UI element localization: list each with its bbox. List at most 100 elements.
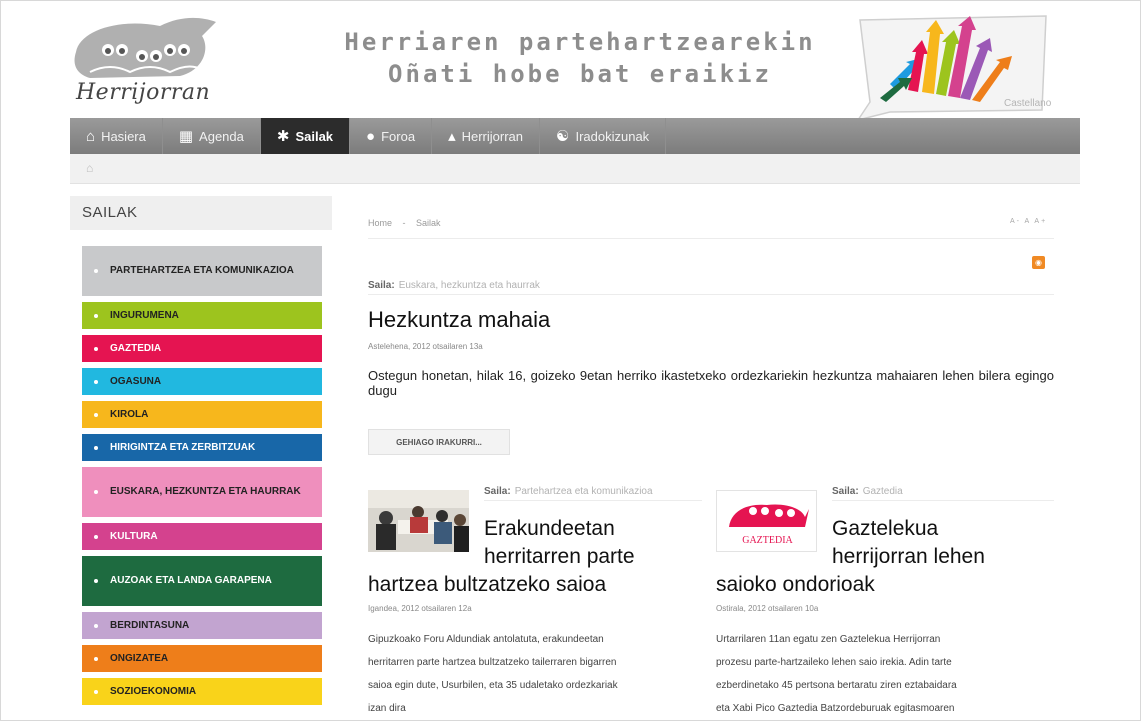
article-saila: Saila: Gaztedia	[832, 486, 903, 497]
speech-bubble-icon: ●	[366, 127, 376, 145]
font-size-tools[interactable]: A- A A+	[1010, 218, 1047, 225]
article-body-line: Gipuzkoako Foru Aldundiak antolatuta, er…	[368, 634, 604, 645]
bullet-icon	[94, 534, 98, 539]
bullet-icon	[94, 269, 98, 273]
featured-saila: Saila: Euskara, hezkuntza eta haurrak	[368, 280, 540, 291]
language-link-castellano[interactable]: Castellano	[1004, 98, 1051, 109]
sidebar-item-berdintasuna[interactable]: BERDINTASUNA	[82, 612, 322, 639]
bullet-icon	[94, 623, 98, 628]
article-title-2-line-3[interactable]: saioko ondorioak	[716, 570, 875, 599]
main-nav: ⌂ Hasiera ▦ Agenda ✱ Sailak ● Foroa ▴ He…	[70, 118, 1080, 154]
divider	[368, 238, 1054, 239]
article-body-line: eta Xabi Pico Gaztedia Batzordeburuak eg…	[716, 703, 955, 714]
sidebar-item-label: BERDINTASUNA	[110, 619, 190, 631]
article-date-2: Ostirala, 2012 otsailaren 10a	[716, 604, 819, 613]
sub-navbar	[70, 154, 1080, 184]
breadcrumb-separator: -	[402, 218, 406, 228]
bullet-icon	[94, 656, 98, 661]
bullet-icon	[94, 689, 98, 694]
sidebar-item-label: GAZTEDIA	[110, 342, 162, 354]
article-title-1-line-3[interactable]: hartzea bultzatzeko saioa	[368, 570, 606, 599]
herrijorran-logo[interactable]	[70, 12, 220, 122]
bullet-icon	[94, 579, 98, 583]
sidebar-item-label: INGURUMENA	[110, 309, 179, 321]
article-title-2-line-2[interactable]: herrijorran lehen	[832, 542, 985, 571]
house-icon: ⌂	[86, 127, 96, 145]
sidebar-item-label: AUZOAK ETA LANDA GARAPENA	[110, 575, 272, 586]
article-body-line: izan dira	[368, 703, 406, 714]
sidebar-item-hirigintza[interactable]: HIRIGINTZA ETA ZERBITZUAK	[82, 434, 322, 461]
featured-article-lead: Ostegun honetan, hilak 16, goizeko 9etan…	[368, 368, 1054, 398]
sidebar-list: PARTEHARTZEA ETA KOMUNIKAZIOA INGURUMENA…	[82, 246, 322, 711]
featured-article-title[interactable]: Hezkuntza mahaia	[368, 307, 550, 333]
slogan-line-2: Oñati hobe bat eraikiz	[388, 60, 772, 88]
saila-value-link[interactable]: Euskara, hezkuntza eta haurrak	[399, 280, 540, 291]
slogan-line-1: Herriaren partehartzearekin	[344, 28, 816, 56]
article-body-line: ezberdinetako 45 pertsona bertaratu zire…	[716, 680, 957, 691]
divider	[832, 500, 1054, 501]
article-saila: Saila: Partehartzea eta komunikazioa	[484, 486, 653, 497]
nav-label: Sailak	[295, 128, 334, 144]
article-title-1-line-2[interactable]: herritarren parte	[484, 542, 635, 571]
sidebar-item-label: KIROLA	[110, 408, 149, 420]
sidebar-item-kirola[interactable]: KIROLA	[82, 401, 322, 428]
article-title-2-line-1[interactable]: Gaztelekua	[832, 514, 938, 543]
logo-text: Herrijorran	[76, 80, 211, 105]
saila-value-link[interactable]: Partehartzea eta komunikazioa	[515, 486, 653, 497]
nav-label: Foroa	[381, 128, 416, 144]
sidebar-item-sozioekonomia[interactable]: SOZIOEKONOMIA	[82, 678, 322, 705]
featured-article-date: Astelehena, 2012 otsailaren 13a	[368, 342, 483, 351]
sidebar-item-gaztedia[interactable]: GAZTEDIA	[82, 335, 322, 362]
gaztedia-logo-text: GAZTEDIA	[742, 535, 793, 546]
article-body-line: herritarren parte hartzea bultzatzeko ta…	[368, 657, 617, 668]
nav-item-herrijorran[interactable]: ▴ Herrijorran	[432, 118, 541, 154]
nav-item-iradokizunak[interactable]: ☯ Iradokizunak	[540, 118, 667, 154]
article-body-1: Gipuzkoako Foru Aldundiak antolatuta, er…	[368, 628, 618, 720]
saila-value-link[interactable]: Gaztedia	[863, 486, 903, 497]
sidebar-item-ongizatea[interactable]: ONGIZATEA	[82, 645, 322, 672]
rss-icon[interactable]: ◉	[1032, 256, 1045, 269]
article-thumbnail-gaztedia-logo[interactable]: GAZTEDIA	[716, 490, 817, 552]
breadcrumb: Home - Sailak	[368, 218, 449, 228]
gaztedia-frog-icon	[729, 504, 809, 527]
sidebar-item-ogasuna[interactable]: OGASUNA	[82, 368, 322, 395]
sidebar-item-kultura[interactable]: KULTURA	[82, 523, 322, 550]
sidebar-item-label: PARTEHARTZEA ETA KOMUNIKAZIOA	[110, 265, 294, 276]
sidebar-item-euskara[interactable]: EUSKARA, HEZKUNTZA ETA HAURRAK	[82, 467, 322, 517]
nav-item-sailak[interactable]: ✱ Sailak	[260, 118, 351, 154]
breadcrumb-home[interactable]: Home	[368, 218, 392, 228]
article-body-line: Urtarrilaren 11an egatu zen Gaztelekua H…	[716, 634, 941, 645]
saila-label: Saila:	[484, 486, 511, 497]
article-body-line: saioa egin dute, Usurbilen, eta 35 udale…	[368, 680, 618, 691]
nav-item-hasiera[interactable]: ⌂ Hasiera	[70, 118, 163, 154]
nav-item-agenda[interactable]: ▦ Agenda	[163, 118, 261, 154]
bullet-icon	[94, 445, 98, 450]
sidebar-item-partehartzea[interactable]: PARTEHARTZEA ETA KOMUNIKAZIOA	[82, 246, 322, 296]
lightbulb-icon: ☯	[556, 128, 570, 145]
bullet-icon	[94, 313, 98, 318]
nav-label: Agenda	[199, 128, 244, 144]
article-thumbnail-meeting-photo[interactable]	[368, 490, 469, 552]
nav-label: Hasiera	[101, 128, 146, 144]
article-title-1-line-1[interactable]: Erakundeetan	[484, 514, 615, 543]
article-date-1: Igandea, 2012 otsailaren 12a	[368, 604, 472, 613]
nav-item-foroa[interactable]: ● Foroa	[350, 118, 433, 154]
sidebar-item-ingurumena[interactable]: INGURUMENA	[82, 302, 322, 329]
sidebar-item-label: ONGIZATEA	[110, 652, 169, 664]
page: Herrijorran Herriaren partehartzearekin …	[0, 0, 1141, 721]
divider	[484, 500, 702, 501]
sidebar-item-label: OGASUNA	[110, 375, 162, 387]
header-slogan: Herriaren partehartzearekin Oñati hobe b…	[340, 26, 820, 90]
sidebar-item-auzoak[interactable]: AUZOAK ETA LANDA GARAPENA	[82, 556, 322, 606]
calendar-icon: ▦	[178, 128, 194, 145]
saila-label: Saila:	[832, 486, 859, 497]
divider	[368, 294, 1054, 295]
read-more-button[interactable]: GEHIAGO IRAKURRI...	[368, 429, 510, 455]
article-body-2: Urtarrilaren 11an egatu zen Gaztelekua H…	[716, 628, 957, 720]
bullet-icon	[94, 412, 98, 417]
sidebar-item-label: EUSKARA, HEZKUNTZA ETA HAURRAK	[110, 486, 301, 497]
sidebar-title: SAILAK	[70, 196, 332, 230]
bullet-icon	[94, 490, 98, 494]
breadcrumb-current: Sailak	[416, 218, 441, 228]
home-icon[interactable]: ⌂	[86, 161, 93, 175]
